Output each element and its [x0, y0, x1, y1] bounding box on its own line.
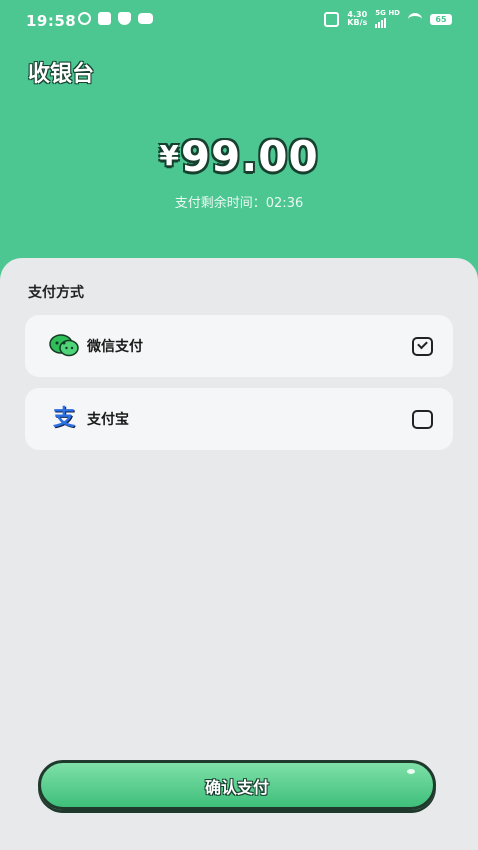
alipay-glyph: 支 — [52, 406, 75, 431]
wechat-checkbox[interactable] — [412, 337, 433, 356]
signal-group: 5G HD — [375, 10, 400, 28]
amount-value: 99.00 — [180, 132, 319, 181]
wifi-icon — [408, 12, 422, 26]
sync-icon — [78, 12, 91, 25]
button-shine — [407, 769, 415, 774]
payment-option-alipay[interactable]: 支 支付宝 — [25, 388, 453, 450]
confirm-pay-label: 确认支付 — [204, 778, 269, 797]
net-speed: 4.30 KB/s — [347, 11, 367, 27]
confirm-pay-button[interactable]: 确认支付 — [38, 760, 436, 810]
payment-countdown: 支付剩余时间：02:36 — [174, 196, 304, 211]
battery-icon: 65 — [430, 13, 452, 25]
page-title: 收银台 — [28, 62, 95, 87]
bilibili-icon — [98, 12, 111, 25]
shield-icon — [118, 12, 131, 25]
section-title: 支付方式 — [28, 285, 84, 301]
signal-icon — [375, 18, 387, 28]
alipay-icon: 支 — [49, 407, 79, 431]
wechat-pay-icon — [49, 334, 79, 358]
network-type: 5G HD — [375, 9, 400, 17]
notification-icons — [78, 12, 153, 25]
mute-icon — [324, 11, 340, 27]
status-time: 19:58 — [26, 12, 77, 30]
chat-icon — [138, 13, 153, 24]
system-icons: 4.30 KB/s 5G HD 65 — [324, 10, 452, 28]
payment-amount: ¥99.00 — [0, 132, 478, 181]
alipay-checkbox[interactable] — [412, 410, 433, 429]
currency-symbol: ¥ — [159, 139, 179, 172]
payment-option-label: 支付宝 — [87, 412, 129, 428]
net-speed-unit: KB/s — [347, 18, 368, 27]
payment-option-label: 微信支付 — [87, 339, 143, 355]
payment-option-wechat[interactable]: 微信支付 — [25, 315, 453, 377]
status-bar: 19:58 4.30 KB/s 5G HD 65 — [0, 0, 478, 40]
